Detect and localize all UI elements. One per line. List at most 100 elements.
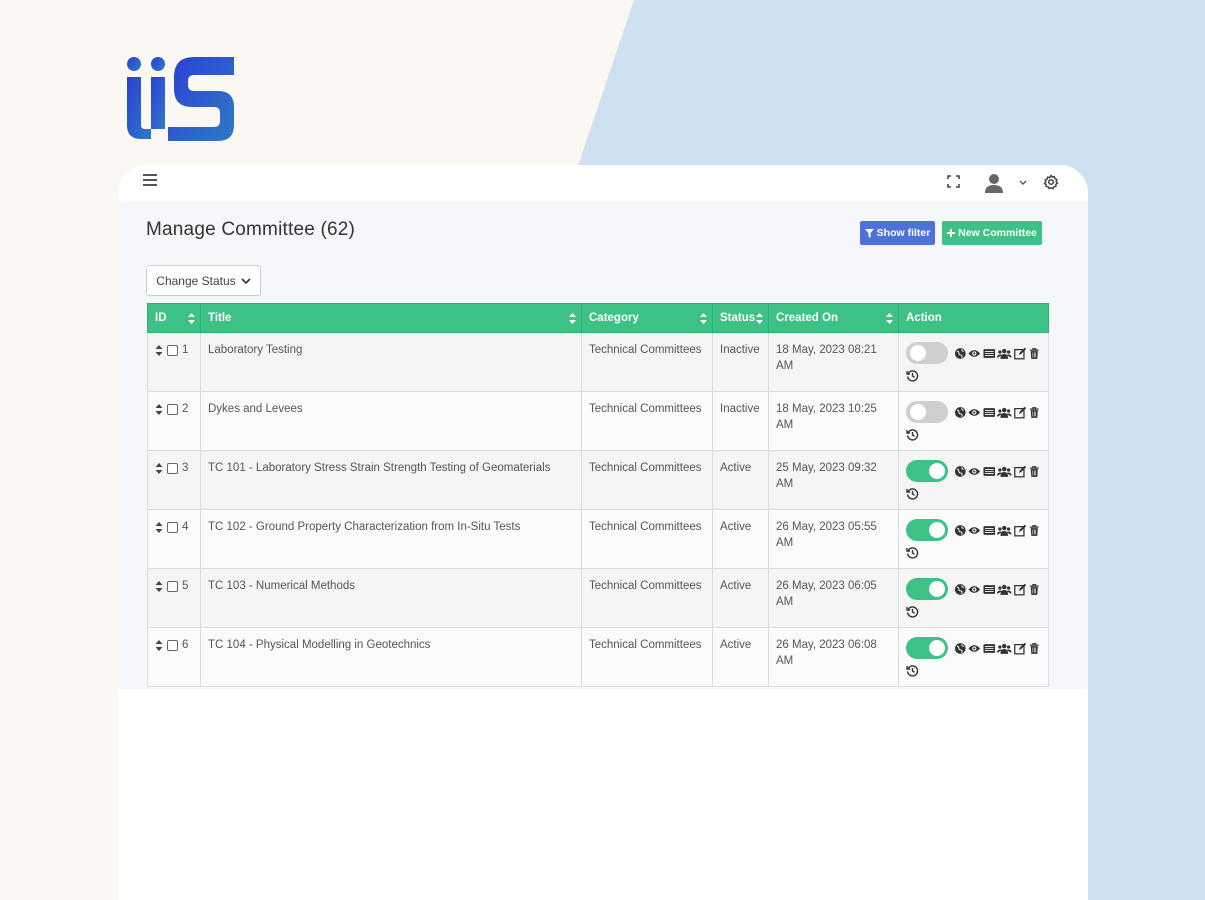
table-row: 5 TC 103 - Numerical Methods Technical C… bbox=[147, 568, 1049, 628]
column-header-created-on[interactable]: Created On bbox=[768, 303, 899, 333]
users-icon[interactable] bbox=[997, 465, 1012, 478]
history-icon[interactable] bbox=[906, 369, 919, 382]
globe-icon[interactable] bbox=[954, 347, 967, 360]
row-id: 6 bbox=[182, 639, 189, 651]
trash-icon[interactable] bbox=[1028, 406, 1041, 419]
gear-icon[interactable] bbox=[1043, 174, 1059, 190]
column-header-title[interactable]: Title bbox=[200, 303, 582, 333]
drag-handle-icon[interactable] bbox=[155, 403, 163, 415]
users-icon[interactable] bbox=[997, 583, 1012, 596]
sort-icon bbox=[700, 313, 707, 324]
drag-handle-icon[interactable] bbox=[155, 344, 163, 356]
users-icon[interactable] bbox=[997, 406, 1012, 419]
new-committee-label: New Committee bbox=[958, 227, 1037, 239]
trash-icon[interactable] bbox=[1028, 642, 1041, 655]
status-toggle[interactable] bbox=[906, 578, 948, 600]
list-icon[interactable] bbox=[983, 642, 996, 655]
change-status-dropdown[interactable]: Change Status bbox=[146, 265, 261, 296]
trash-icon[interactable] bbox=[1028, 465, 1041, 478]
eye-icon[interactable] bbox=[968, 524, 981, 537]
sort-icon bbox=[569, 313, 576, 324]
globe-icon[interactable] bbox=[954, 465, 967, 478]
row-checkbox[interactable] bbox=[167, 521, 178, 533]
history-icon[interactable] bbox=[906, 487, 919, 500]
list-icon[interactable] bbox=[983, 524, 996, 537]
row-id: 3 bbox=[182, 462, 189, 474]
eye-icon[interactable] bbox=[968, 583, 981, 596]
eye-icon[interactable] bbox=[968, 465, 981, 478]
edit-icon[interactable] bbox=[1014, 524, 1027, 537]
show-filter-button[interactable]: Show filter bbox=[860, 221, 935, 245]
row-id: 1 bbox=[182, 344, 189, 356]
history-icon[interactable] bbox=[906, 428, 919, 441]
hamburger-icon[interactable] bbox=[143, 174, 157, 186]
trash-icon[interactable] bbox=[1028, 347, 1041, 360]
table-row: 4 TC 102 - Ground Property Characterizat… bbox=[147, 509, 1049, 569]
row-id: 2 bbox=[182, 403, 189, 415]
chevron-down-icon[interactable] bbox=[1018, 177, 1028, 187]
new-committee-button[interactable]: New Committee bbox=[942, 221, 1042, 245]
status-toggle[interactable] bbox=[906, 519, 948, 541]
table-row: 3 TC 101 - Laboratory Stress Strain Stre… bbox=[147, 450, 1049, 510]
id-cell: 2 bbox=[147, 391, 201, 451]
history-icon[interactable] bbox=[906, 605, 919, 618]
row-checkbox[interactable] bbox=[167, 462, 178, 474]
table-row: 6 TC 104 - Physical Modelling in Geotech… bbox=[147, 627, 1049, 687]
row-checkbox[interactable] bbox=[167, 639, 178, 651]
content-area: Manage Committee (62) Show filter New Co… bbox=[118, 201, 1088, 689]
action-cell bbox=[898, 627, 1049, 687]
eye-icon[interactable] bbox=[968, 347, 981, 360]
column-header-category[interactable]: Category bbox=[581, 303, 713, 333]
status-toggle[interactable] bbox=[906, 342, 948, 364]
title-cell: TC 104 - Physical Modelling in Geotechni… bbox=[200, 627, 582, 687]
trash-icon[interactable] bbox=[1028, 583, 1041, 596]
list-icon[interactable] bbox=[983, 347, 996, 360]
top-bar bbox=[118, 165, 1088, 201]
status-toggle[interactable] bbox=[906, 401, 948, 423]
history-icon[interactable] bbox=[906, 546, 919, 559]
drag-handle-icon[interactable] bbox=[155, 521, 163, 533]
chevron-down-icon bbox=[241, 277, 251, 284]
column-header-status[interactable]: Status bbox=[712, 303, 769, 333]
fullscreen-icon[interactable] bbox=[947, 175, 960, 188]
status-cell: Inactive bbox=[712, 332, 769, 392]
user-avatar-icon[interactable] bbox=[983, 172, 1005, 194]
list-icon[interactable] bbox=[983, 465, 996, 478]
globe-icon[interactable] bbox=[954, 406, 967, 419]
created-on-cell: 26 May, 2023 06:05 AM bbox=[768, 568, 899, 628]
users-icon[interactable] bbox=[997, 642, 1012, 655]
trash-icon[interactable] bbox=[1028, 524, 1041, 537]
history-icon[interactable] bbox=[906, 664, 919, 677]
row-checkbox[interactable] bbox=[167, 344, 178, 356]
filter-icon bbox=[864, 228, 874, 238]
users-icon[interactable] bbox=[997, 524, 1012, 537]
status-toggle[interactable] bbox=[906, 637, 948, 659]
edit-icon[interactable] bbox=[1014, 583, 1027, 596]
drag-handle-icon[interactable] bbox=[155, 639, 163, 651]
category-cell: Technical Committees bbox=[581, 568, 713, 628]
column-header-id[interactable]: ID bbox=[147, 303, 201, 333]
edit-icon[interactable] bbox=[1014, 642, 1027, 655]
edit-icon[interactable] bbox=[1014, 465, 1027, 478]
row-checkbox[interactable] bbox=[167, 580, 178, 592]
edit-icon[interactable] bbox=[1014, 347, 1027, 360]
globe-icon[interactable] bbox=[954, 524, 967, 537]
globe-icon[interactable] bbox=[954, 642, 967, 655]
company-logo bbox=[127, 57, 234, 141]
eye-icon[interactable] bbox=[968, 406, 981, 419]
list-icon[interactable] bbox=[983, 406, 996, 419]
status-toggle[interactable] bbox=[906, 460, 948, 482]
list-icon[interactable] bbox=[983, 583, 996, 596]
status-cell: Active bbox=[712, 450, 769, 510]
users-icon[interactable] bbox=[997, 347, 1012, 360]
category-cell: Technical Committees bbox=[581, 627, 713, 687]
category-cell: Technical Committees bbox=[581, 332, 713, 392]
id-cell: 4 bbox=[147, 509, 201, 569]
drag-handle-icon[interactable] bbox=[155, 580, 163, 592]
edit-icon[interactable] bbox=[1014, 406, 1027, 419]
eye-icon[interactable] bbox=[968, 642, 981, 655]
globe-icon[interactable] bbox=[954, 583, 967, 596]
main-window: Manage Committee (62) Show filter New Co… bbox=[118, 165, 1088, 900]
drag-handle-icon[interactable] bbox=[155, 462, 163, 474]
row-checkbox[interactable] bbox=[167, 403, 178, 415]
